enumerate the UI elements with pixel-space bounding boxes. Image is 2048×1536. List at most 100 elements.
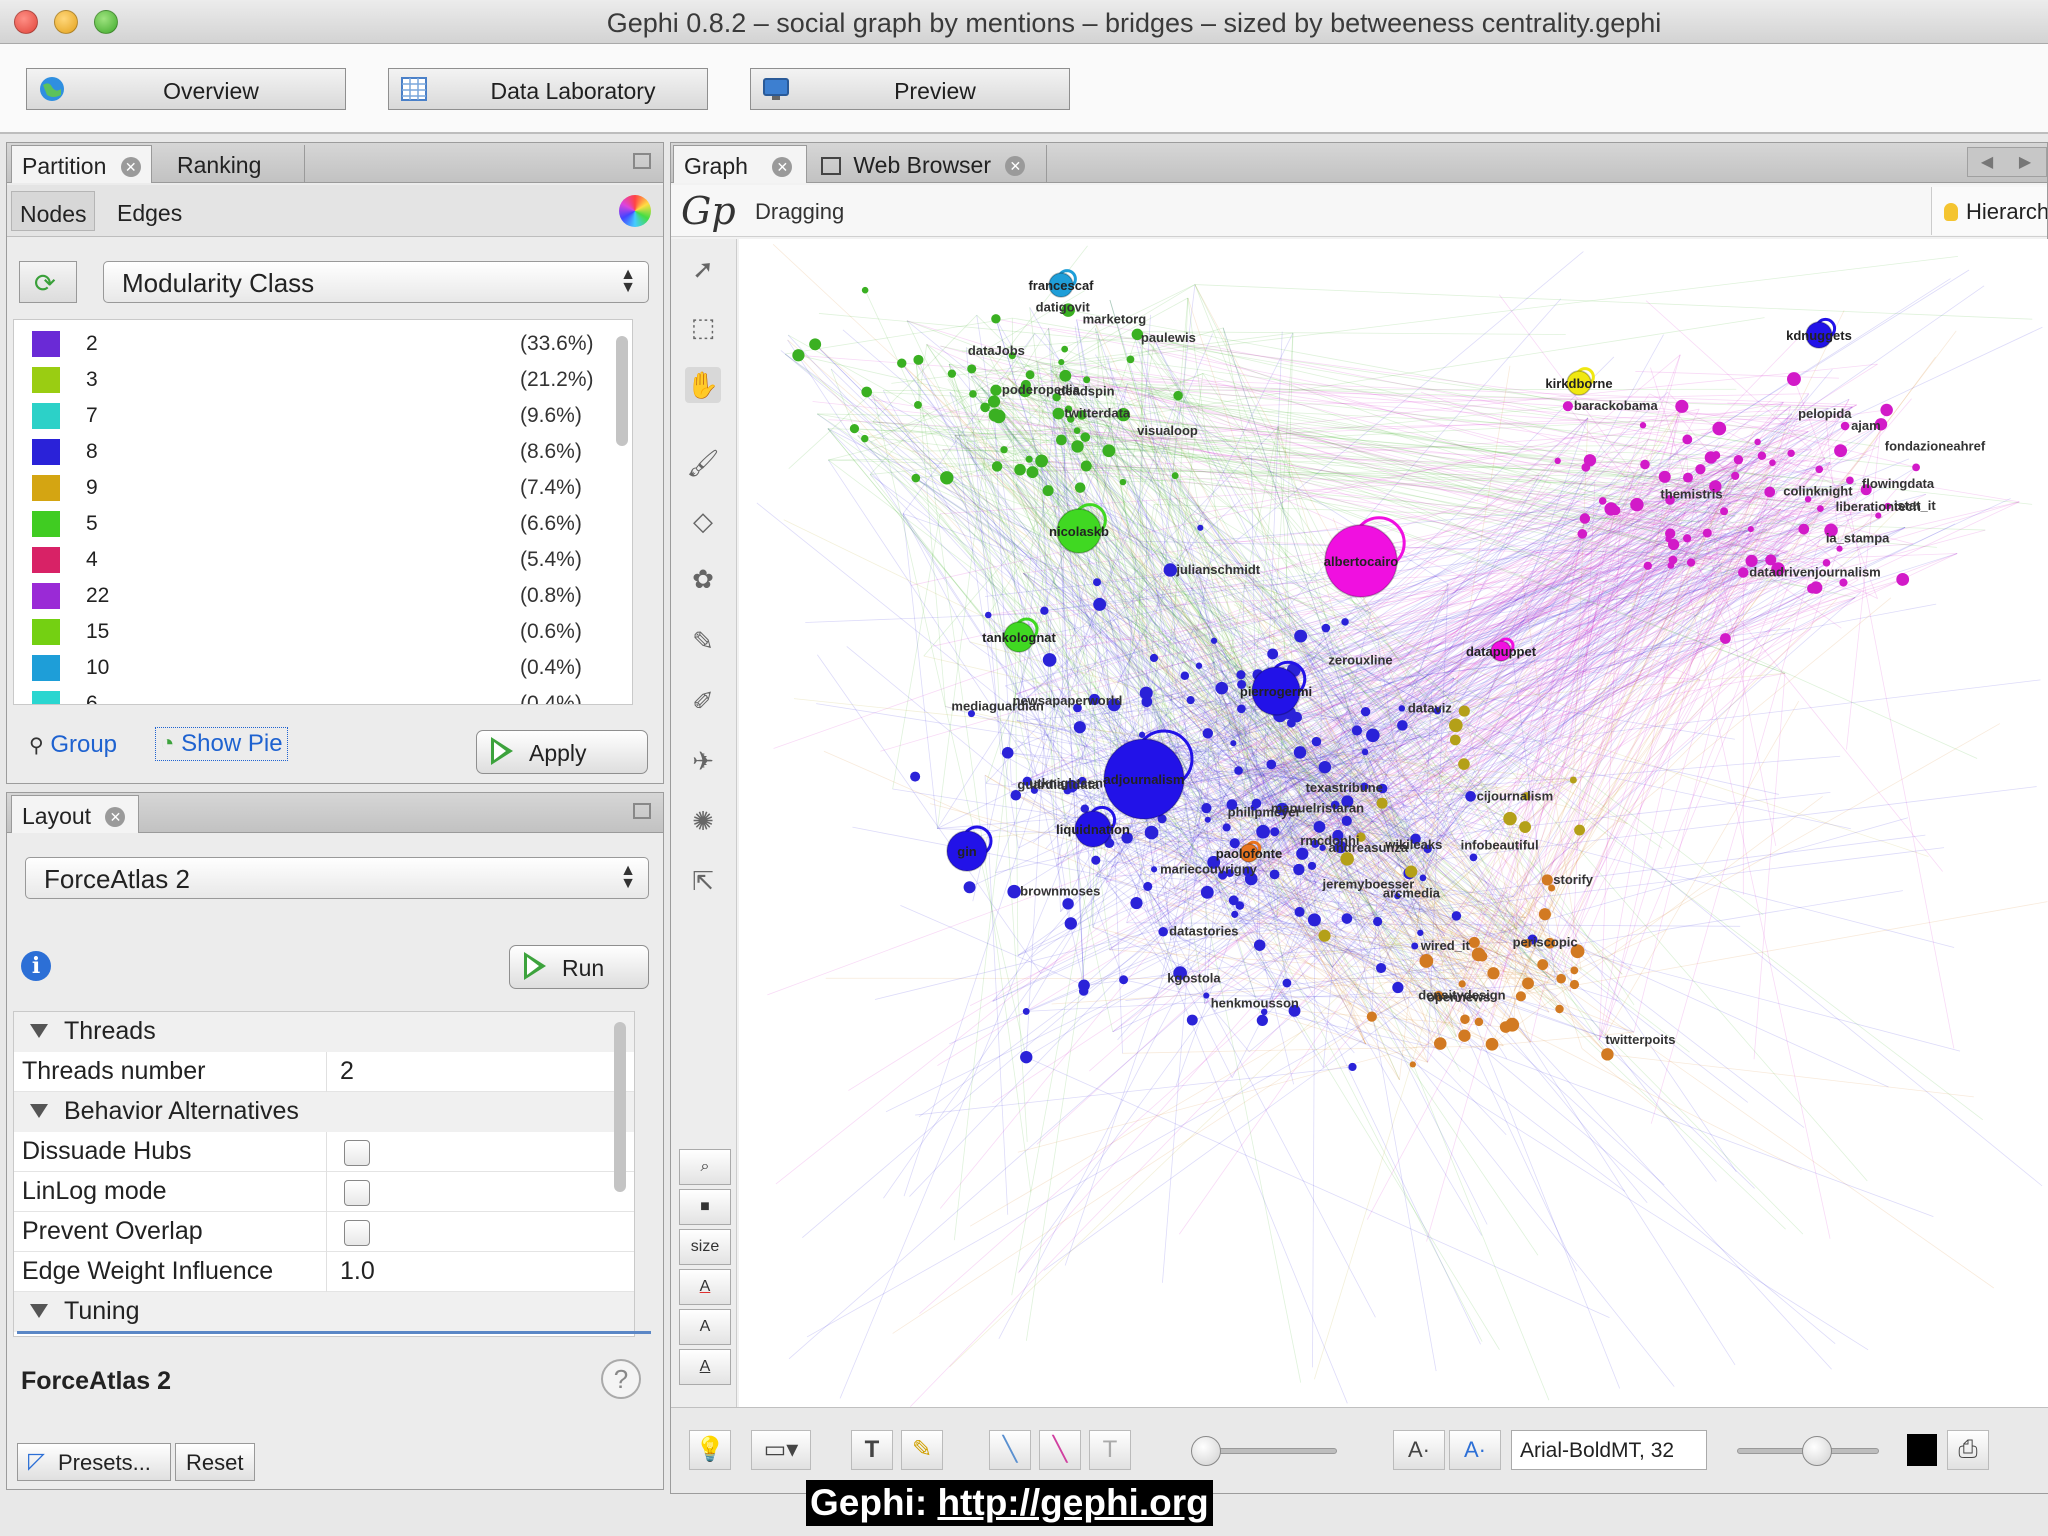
graph-node[interactable] [1719, 633, 1731, 644]
graph-node[interactable] [963, 881, 976, 894]
graph-node[interactable] [1458, 705, 1470, 717]
show-edges-icon[interactable]: ╲ [989, 1430, 1031, 1470]
graph-node[interactable] [1598, 497, 1607, 505]
prop-threads-number[interactable]: Threads number 2 [14, 1052, 634, 1092]
graph-node[interactable] [1230, 740, 1237, 747]
graph-node[interactable] [1321, 623, 1331, 633]
minimize-icon[interactable] [633, 803, 651, 819]
partition-row[interactable]: 8 (8.6%) [14, 434, 632, 470]
partition-row[interactable]: 9 (7.4%) [14, 470, 632, 506]
graph-node[interactable] [1610, 505, 1621, 516]
prop-edge-weight-influence[interactable]: Edge Weight Influence 1.0 [14, 1252, 634, 1292]
graph-node[interactable] [914, 401, 922, 409]
graph-node[interactable] [1311, 736, 1322, 747]
network-graph[interactable]: wikileaksmariecouvrignyzerouxlinearcmedi… [739, 239, 2048, 1407]
graph-node[interactable] [1203, 992, 1210, 999]
graph-node[interactable] [1695, 464, 1706, 475]
partition-row[interactable]: 6 (0.4%) [14, 686, 632, 704]
partition-row[interactable]: 5 (6.6%) [14, 506, 632, 542]
graph-node[interactable] [1643, 561, 1652, 570]
graph-node[interactable] [1341, 815, 1352, 826]
diamond-size-icon[interactable]: ◇ [685, 503, 721, 539]
help-icon[interactable]: ? [601, 1359, 641, 1399]
partition-row[interactable]: 4 (5.4%) [14, 542, 632, 578]
graph-node[interactable] [1562, 401, 1573, 412]
graph-node[interactable] [984, 611, 992, 619]
graph-node[interactable] [1348, 1062, 1357, 1072]
graph-hub-node[interactable]: kirkdborne [1545, 367, 1613, 396]
edge-label-icon[interactable]: A [679, 1349, 731, 1385]
graph-node[interactable] [897, 358, 907, 368]
graph-node[interactable] [1537, 959, 1549, 971]
graph-node[interactable] [1035, 454, 1049, 468]
size-button[interactable]: size [679, 1229, 731, 1265]
graph-node[interactable] [1366, 1011, 1377, 1022]
graph-node[interactable] [1702, 528, 1712, 538]
graph-node[interactable] [1451, 911, 1462, 921]
graph-node[interactable] [1064, 917, 1077, 930]
graph-node[interactable] [1569, 979, 1580, 990]
tab-ranking[interactable]: Ranking [167, 145, 305, 183]
graph-node[interactable] [1228, 895, 1239, 906]
graph-node[interactable] [1682, 434, 1693, 445]
tab-partition[interactable]: Partition ✕ [11, 145, 152, 183]
graph-node[interactable] [913, 354, 924, 365]
zoom-fit-icon[interactable]: ⌕ [679, 1149, 731, 1185]
category-threads[interactable]: Threads [14, 1012, 634, 1052]
graph-node[interactable] [1180, 671, 1190, 680]
graph-node[interactable] [1080, 460, 1092, 472]
graph-node[interactable] [1052, 407, 1065, 420]
graph-node[interactable] [1149, 653, 1159, 663]
graph-node[interactable] [1487, 967, 1500, 980]
graph-node[interactable] [1570, 966, 1579, 975]
graph-node[interactable] [1073, 427, 1081, 434]
slider-knob[interactable] [1191, 1436, 1221, 1466]
layout-algorithm-select[interactable]: ForceAtlas 2 ▲ ▼ [25, 857, 649, 899]
graph-node[interactable] [1351, 725, 1363, 736]
graph-node[interactable] [1639, 422, 1647, 429]
graph-node[interactable] [1093, 578, 1102, 587]
graph-node[interactable] [1601, 1048, 1614, 1061]
graph-node[interactable] [1195, 662, 1203, 669]
shortest-path-icon[interactable]: ✈ [685, 743, 721, 779]
font-size-decrease-icon[interactable]: A· [1393, 1430, 1445, 1470]
graph-node[interactable] [1102, 444, 1116, 458]
hierarchy-button[interactable]: Hierarchy [1931, 187, 2047, 235]
graph-node[interactable] [1397, 720, 1408, 731]
graph-node[interactable] [1040, 606, 1049, 615]
partition-row[interactable]: 3 (21.2%) [14, 362, 632, 398]
tab-edges[interactable]: Edges [109, 191, 190, 231]
graph-hub-node[interactable]: paolofonte [1216, 840, 1282, 863]
tab-scroll-arrows[interactable]: ◀ ▶ [1967, 147, 2047, 177]
graph-node[interactable] [1236, 670, 1246, 680]
slider-knob[interactable] [1801, 1436, 1832, 1466]
graph-node[interactable] [1555, 1004, 1564, 1014]
graph-node[interactable] [1143, 881, 1153, 891]
partition-row[interactable]: 2 (33.6%) [14, 326, 632, 362]
partition-list[interactable]: 2 (33.6%) 3 (21.2%) 7 (9.6%) 8 (8.6%) 9 (7.4%) 5 (6… [13, 319, 633, 705]
graph-node[interactable] [1058, 359, 1065, 366]
graph-node[interactable] [987, 395, 1001, 408]
graph-node[interactable] [1215, 681, 1229, 695]
graph-node[interactable] [1173, 390, 1183, 401]
partition-row[interactable]: 15 (0.6%) [14, 614, 632, 650]
graph-node[interactable] [1458, 1029, 1471, 1042]
graph-node[interactable] [1798, 523, 1810, 535]
graph-node[interactable] [1733, 455, 1744, 465]
close-icon[interactable]: ✕ [120, 157, 141, 177]
edit-help-icon[interactable]: ⇱ [685, 863, 721, 899]
threads-number-field[interactable]: 2 [340, 1057, 354, 1086]
tab-layout[interactable]: Layout ✕ [11, 795, 139, 833]
graph-node[interactable] [1080, 432, 1091, 443]
graph-node[interactable] [1392, 981, 1404, 994]
graph-node[interactable] [1469, 853, 1478, 862]
graph-node[interactable] [1769, 459, 1776, 466]
edge-pencil-icon[interactable]: ✐ [685, 683, 721, 719]
refresh-button[interactable]: ⟳ [19, 261, 77, 303]
graph-node[interactable] [1581, 462, 1591, 472]
font-selector[interactable]: Arial-BoldMT, 32 [1511, 1430, 1707, 1470]
graph-node[interactable] [1256, 824, 1270, 839]
graph-node[interactable] [1266, 759, 1277, 770]
graph-node[interactable] [969, 390, 977, 398]
graph-node[interactable] [1640, 459, 1650, 470]
